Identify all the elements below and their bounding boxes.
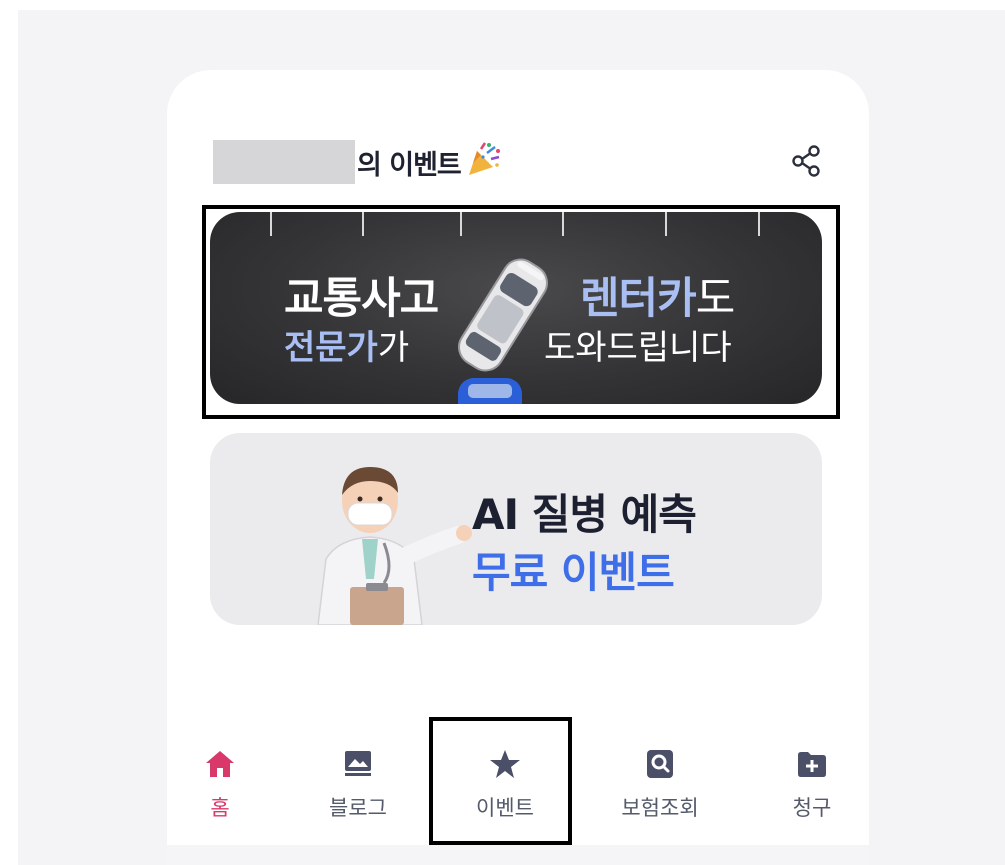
- white-car-illustration: [458, 258, 548, 372]
- tab-event[interactable]: 이벤트: [450, 720, 560, 840]
- parking-line: [758, 212, 760, 236]
- blog-icon: [342, 748, 374, 780]
- tab-blog-label: 블로그: [329, 796, 387, 820]
- parking-line: [665, 212, 667, 236]
- party-popper-icon: [465, 141, 503, 183]
- parking-line: [270, 212, 272, 236]
- parking-line: [562, 212, 564, 236]
- parking-line: [460, 212, 462, 236]
- tab-claim[interactable]: 청구: [757, 720, 867, 840]
- tab-event-label: 이벤트: [476, 796, 534, 820]
- tab-insurance-label: 보험조회: [621, 796, 699, 820]
- parking-line: [362, 212, 364, 236]
- banner1-right-line1-blue: 렌터카: [580, 274, 697, 324]
- share-icon: [792, 145, 820, 177]
- page-title-text: 의 이벤트: [357, 149, 462, 181]
- doctor-illustration: [317, 467, 472, 625]
- accident-rental-banner[interactable]: 교통사고 전문가가 렌터카도 도와드립니다: [210, 212, 822, 404]
- blue-car-illustration: [458, 378, 522, 404]
- tab-home[interactable]: 홈: [165, 720, 275, 840]
- page-title: 의 이벤트: [213, 140, 503, 184]
- banner1-right-line2: 도와드립니다: [544, 328, 732, 368]
- tab-home-label: 홈: [210, 796, 230, 820]
- banner1-left-line2-blue: 전문가: [284, 328, 378, 368]
- tab-blog[interactable]: 블로그: [303, 720, 413, 840]
- banner2-line2: 무료 이벤트: [472, 548, 675, 597]
- banner1-right-line1-rest: 도: [695, 274, 736, 324]
- banner1-left-line2-rest: 가: [377, 328, 410, 368]
- bottom-tab-bar: 홈 블로그 이벤트 보험조회 청구: [165, 717, 869, 845]
- star-icon: [489, 748, 521, 780]
- home-icon: [204, 748, 236, 780]
- bottom-strip: [167, 845, 869, 865]
- share-button[interactable]: [789, 143, 825, 179]
- redacted-name: [213, 140, 355, 184]
- banner1-left-line1: 교통사고: [284, 274, 439, 324]
- banner2-line1: AI 질병 예측: [472, 490, 697, 539]
- tab-insurance-lookup[interactable]: 보험조회: [605, 720, 715, 840]
- tab-claim-label: 청구: [792, 796, 832, 820]
- search-icon: [644, 748, 676, 780]
- ai-disease-banner[interactable]: AI 질병 예측 무료 이벤트: [210, 433, 822, 625]
- folder-plus-icon: [796, 748, 828, 780]
